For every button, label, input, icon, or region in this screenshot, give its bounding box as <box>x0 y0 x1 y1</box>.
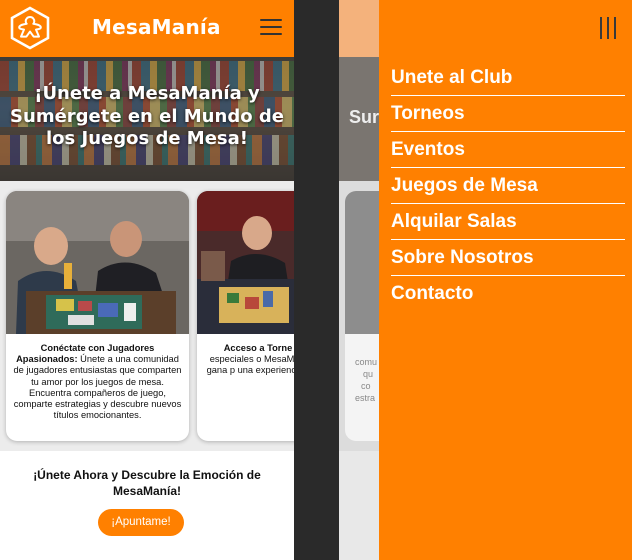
hero-title: ¡Únete a MesaManía y Sumérgete en el Mun… <box>10 83 284 149</box>
feature-card-text: Conéctate con Jugadores Apasionados: Úne… <box>12 343 183 421</box>
feature-card[interactable]: Conéctate con Jugadores Apasionados: Úne… <box>6 191 189 441</box>
feature-card-title: Acceso a Torne <box>223 343 293 353</box>
menu-item-juegos-de-mesa[interactable]: Juegos de Mesa <box>391 168 625 204</box>
cta-title: ¡Únete Ahora y Descubre la Emoción de Me… <box>33 468 261 498</box>
menu-open-screen: Sur comu qu co estra Unete al Club Torne… <box>339 0 632 560</box>
tournament-photo <box>197 191 294 334</box>
card-text-line: qu <box>363 369 374 379</box>
hero-title-fragment: Sur <box>349 107 380 127</box>
meeple-logo-icon[interactable] <box>8 6 52 50</box>
landing-screen: MesaManía ¡Únete a MesaManía y Sumérgete… <box>0 0 294 560</box>
card-text-line: comu <box>355 357 378 367</box>
card-text-line: co <box>361 381 371 391</box>
navigation-drawer: Unete al Club Torneos Eventos Juegos de … <box>379 0 632 560</box>
brand-title: MesaManía <box>92 15 221 39</box>
call-to-action: ¡Únete Ahora y Descubre la Emoción de Me… <box>0 451 294 560</box>
card-text-line: estra <box>355 393 376 403</box>
menu-item-torneos[interactable]: Torneos <box>391 96 625 132</box>
menu-item-eventos[interactable]: Eventos <box>391 132 625 168</box>
feature-card-fragment: comu qu co estra <box>345 191 379 441</box>
menu-item-alquilar-salas[interactable]: Alquilar Salas <box>391 204 625 240</box>
feature-card[interactable]: Acceso a Torne torneos emoci especiales … <box>197 191 294 441</box>
vertical-bars-close-icon[interactable] <box>600 17 618 39</box>
hero-backdrop: Sur <box>339 57 379 181</box>
menu-item-unete-al-club[interactable]: Unete al Club <box>391 60 625 96</box>
card-text-fragment: comu qu co estra <box>355 356 377 404</box>
hamburger-menu-icon[interactable] <box>260 19 282 35</box>
join-button[interactable]: ¡Apuntame! <box>98 509 184 536</box>
header-backdrop <box>339 0 379 57</box>
top-header: MesaManía <box>0 0 294 57</box>
nav-menu-list: Unete al Club Torneos Eventos Juegos de … <box>391 60 625 311</box>
features-carousel[interactable]: Conéctate con Jugadores Apasionados: Úne… <box>0 181 294 451</box>
menu-item-contacto[interactable]: Contacto <box>391 276 625 311</box>
hero-banner: ¡Únete a MesaManía y Sumérgete en el Mun… <box>0 57 294 181</box>
menu-item-sobre-nosotros[interactable]: Sobre Nosotros <box>391 240 625 276</box>
cards-backdrop: comu qu co estra <box>339 181 379 451</box>
players-photo <box>6 191 189 334</box>
feature-card-text: Acceso a Torne torneos emoci especiales … <box>203 343 294 377</box>
card-photo-fragment <box>345 191 379 334</box>
